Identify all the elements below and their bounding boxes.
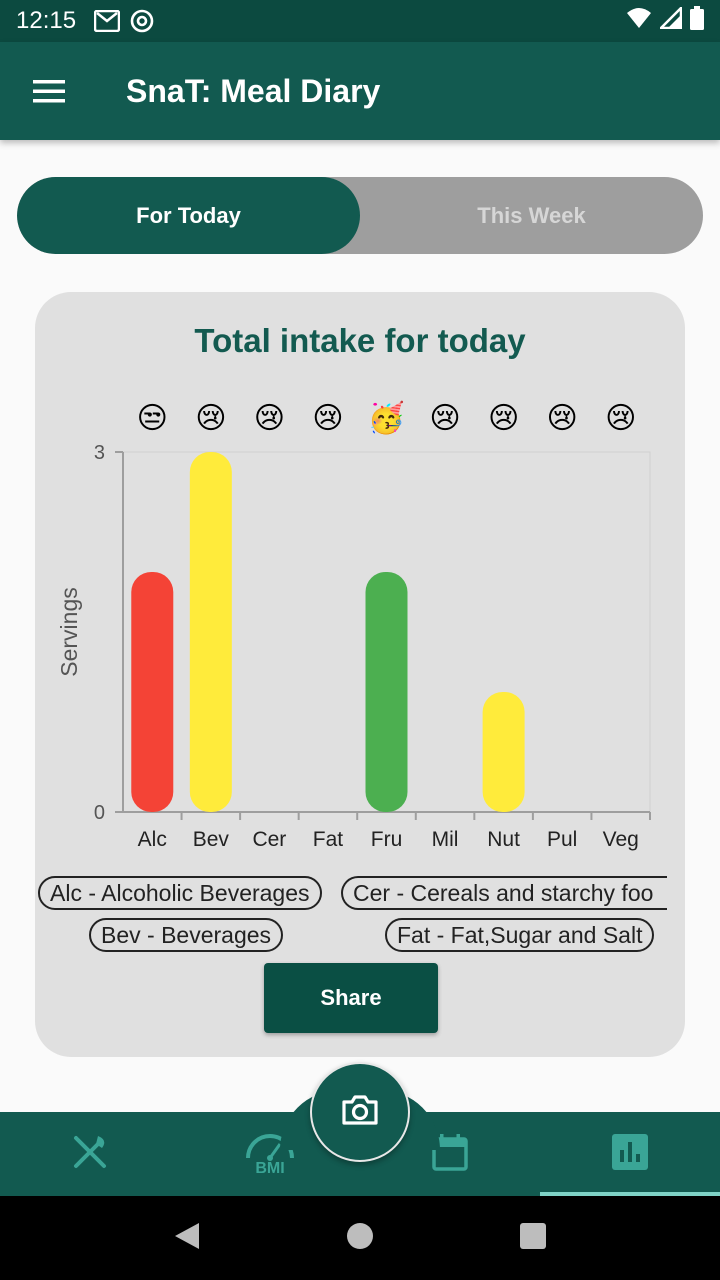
status-time: 12:15 bbox=[16, 7, 77, 34]
nav-meals[interactable] bbox=[0, 1112, 180, 1196]
signal-icon bbox=[657, 4, 683, 36]
legend-chip-fat: Fat - Fat,Sugar and Salt bbox=[385, 918, 655, 952]
hamburger-menu-icon[interactable] bbox=[0, 42, 98, 140]
x-tick-label: Bev bbox=[193, 828, 230, 851]
nav-stats[interactable] bbox=[540, 1112, 720, 1196]
emoji-fru: 🥳 bbox=[368, 399, 405, 435]
y-tick-label: 3 bbox=[94, 442, 105, 464]
share-button[interactable]: Share bbox=[264, 963, 438, 1033]
intake-card: Total intake for today 0 3 Servings Alc 😒 Bev… bbox=[35, 292, 685, 1057]
intake-bar-chart: 0 3 Servings Alc 😒 Bev 😢 Cer 😢 Fat 😢 Fru 🥳 Mil 😢 Nut 😢 Pu… bbox=[56, 399, 651, 851]
y-tick-label: 0 bbox=[94, 802, 105, 824]
recents-icon[interactable] bbox=[519, 1222, 547, 1255]
bar-bev bbox=[189, 452, 232, 812]
home-icon[interactable] bbox=[346, 1222, 374, 1255]
legend-chip-bev: Bev - Beverages bbox=[89, 918, 284, 952]
bar-nut bbox=[482, 692, 525, 812]
x-tick-label: Nut bbox=[487, 828, 520, 851]
legend-chip-cer: Cer - Cereals and starchy foo bbox=[341, 876, 667, 910]
x-tick-label: Mil bbox=[432, 828, 459, 851]
period-toggle: For Today This Week bbox=[17, 177, 703, 254]
x-tick-label: Pul bbox=[547, 828, 577, 851]
emoji-fat: 😢 bbox=[312, 402, 343, 435]
at-sign-icon bbox=[130, 9, 154, 33]
emoji-pul: 😢 bbox=[547, 402, 578, 435]
emoji-mil: 😢 bbox=[429, 402, 460, 435]
emoji-cer: 😢 bbox=[254, 402, 285, 435]
x-tick-label: Alc bbox=[138, 828, 167, 851]
emoji-nut: 😢 bbox=[488, 402, 519, 435]
x-tick-label: Fat bbox=[313, 828, 344, 851]
fork-knife-icon bbox=[70, 1132, 110, 1177]
emoji-alc: 😒 bbox=[137, 402, 168, 435]
wifi-icon bbox=[626, 7, 652, 36]
emoji-bev: 😢 bbox=[195, 402, 226, 435]
tab-for-today[interactable]: For Today bbox=[17, 177, 360, 254]
back-icon[interactable] bbox=[173, 1221, 201, 1256]
gmail-icon bbox=[94, 10, 121, 32]
bar-chart-icon bbox=[612, 1133, 648, 1175]
app-title: SnaT: Meal Diary bbox=[126, 72, 381, 109]
camera-button[interactable] bbox=[310, 1062, 410, 1162]
app-bar: SnaT: Meal Diary bbox=[0, 42, 720, 140]
x-tick-label: Fru bbox=[371, 828, 403, 851]
emoji-veg: 😢 bbox=[605, 402, 636, 435]
x-tick-label: Veg bbox=[603, 828, 639, 851]
legend-chip-alc: Alc - Alcoholic Beverages bbox=[38, 876, 322, 910]
system-navigation-bar bbox=[0, 1196, 720, 1280]
bmi-label: BMI bbox=[255, 1160, 285, 1177]
bar-fru bbox=[365, 572, 408, 812]
x-tick-label: Cer bbox=[252, 828, 286, 851]
camera-icon bbox=[341, 1094, 379, 1131]
y-axis-label: Servings bbox=[56, 587, 82, 676]
status-bar: 12:15 bbox=[0, 0, 720, 42]
tab-this-week[interactable]: This Week bbox=[360, 177, 703, 254]
battery-icon bbox=[690, 5, 704, 37]
bar-alc bbox=[131, 572, 174, 812]
